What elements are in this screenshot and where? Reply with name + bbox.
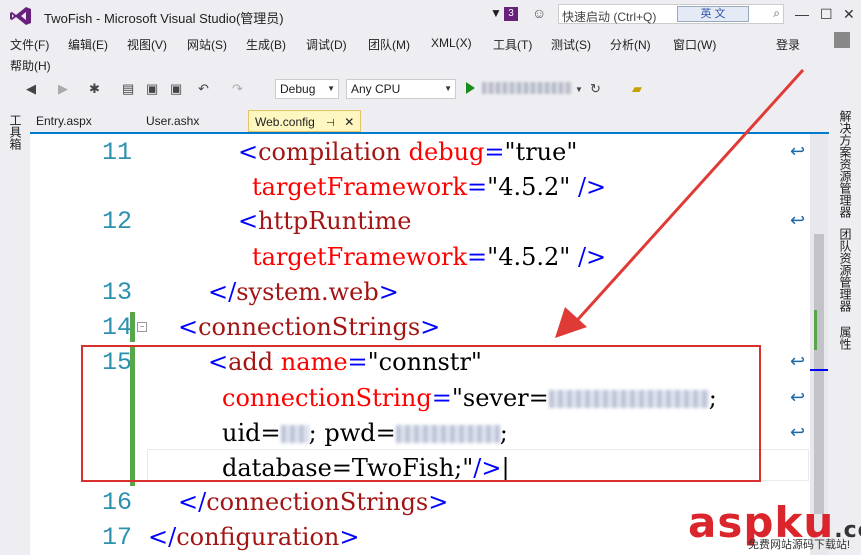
annotation-arrow-icon <box>555 68 805 338</box>
watermark-tagline: 免费网站源码下载站! <box>748 539 851 551</box>
